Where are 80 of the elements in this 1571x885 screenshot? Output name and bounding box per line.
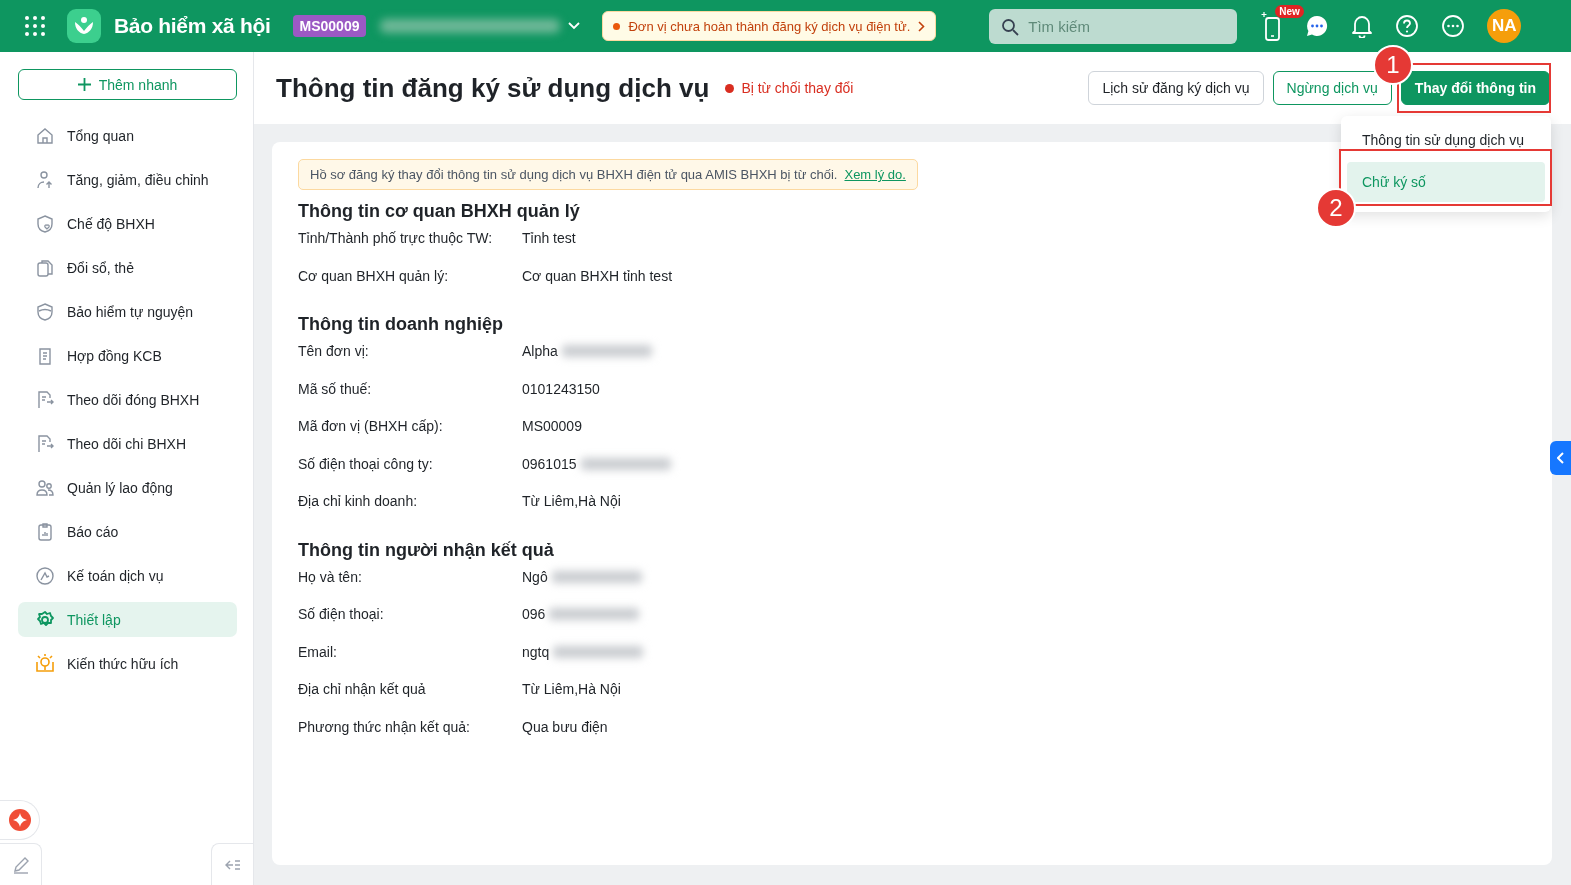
chevron-down-icon[interactable] (568, 22, 581, 30)
chart-circle-icon (35, 565, 55, 586)
field-value: Từ Liêm,Hà Nội (522, 493, 621, 509)
chat-icon[interactable] (1305, 14, 1330, 38)
field-label: Số điện thoại công ty: (298, 455, 434, 472)
field-value: 096 (522, 606, 546, 622)
sidebar-item[interactable]: Hợp đồng KCB (18, 338, 237, 373)
field-label: Tỉnh/Thành phố trực thuộc TW: (298, 230, 494, 246)
collapse-sidebar-button[interactable] (211, 843, 253, 885)
chevron-left-icon (1557, 452, 1564, 464)
field-value: 0961015 (522, 455, 577, 472)
field-label: Email: (298, 643, 338, 660)
notification-bell-icon[interactable] (1351, 14, 1374, 38)
people-icon (35, 477, 55, 498)
section-title: Thông tin doanh nghiệp (298, 314, 503, 335)
shield-icon (35, 213, 55, 234)
house-icon (35, 125, 55, 146)
alert-message: Hồ sơ đăng ký thay đổi thông tin sử dụng dịch vụ BHXH điện tử qua AMIS BHXH bị từ chối. (310, 167, 838, 182)
sidebar-item[interactable]: Theo dõi chi BHXH (18, 426, 237, 461)
search-icon (1001, 17, 1020, 36)
copy-icon (35, 257, 55, 278)
field-label: Phương thức nhận kết quả: (298, 718, 471, 735)
history-button[interactable]: Lịch sử đăng ký dịch vụ (1088, 71, 1264, 105)
sidebar-item[interactable]: Báo cáo (18, 514, 237, 549)
help-icon[interactable] (1395, 14, 1420, 38)
status-label: Bị từ chối thay đổi (725, 80, 854, 96)
field-label: Địa chỉ kinh doanh: (298, 493, 419, 509)
field-value: Từ Liêm,Hà Nội (522, 681, 621, 697)
document-icon (35, 433, 55, 454)
quick-add-button[interactable]: Thêm nhanh (18, 69, 237, 100)
field-label: Cơ quan BHXH quản lý: (298, 267, 450, 284)
unit-code-badge: MS00009 (292, 15, 367, 37)
menu-item[interactable]: Thông tin sử dụng dịch vụ (1347, 120, 1545, 160)
field-value: Qua bưu điện (522, 718, 608, 735)
search-field[interactable]: Tìm kiếm (989, 8, 1238, 44)
app-grid-icon[interactable] (24, 15, 46, 37)
field-value: 0101243150 (522, 380, 600, 397)
change-info-button[interactable]: Thay đổi thông tin (1400, 71, 1550, 105)
app-title: Bảo hiểm xã hội (114, 14, 271, 38)
field-value: MS00009 (522, 418, 582, 434)
page-title: Thông tin đăng ký sử dụng dịch vụ (276, 72, 710, 104)
sidebar-item[interactable]: Kế toán dịch vụ (18, 558, 237, 593)
sidebar-item[interactable]: Kiến thức hữu ích (18, 646, 237, 681)
shield-icon (35, 301, 55, 322)
section-title: Thông tin người nhận kết quả (298, 539, 554, 561)
sidebar-item[interactable]: Tăng, giảm, điều chỉnh (18, 162, 237, 197)
chevron-right-icon (918, 20, 926, 32)
field-value: Ngô (522, 568, 548, 585)
side-panel-tab[interactable] (1550, 441, 1571, 475)
plus-icon (77, 78, 91, 91)
field-value: Tỉnh test (522, 230, 576, 246)
app-logo-icon (67, 9, 101, 43)
document-icon (35, 389, 55, 410)
collapse-icon (224, 858, 241, 871)
section-title: Thông tin cơ quan BHXH quản lý (298, 201, 580, 222)
notice-banner[interactable]: Đơn vị chưa hoàn thành đăng ký dịch vụ điện tử. (602, 11, 937, 41)
view-reason-link[interactable]: Xem lý do. (844, 167, 906, 182)
sparkle-icon (8, 809, 31, 831)
sidebar-item[interactable]: Theo dõi đóng BHXH (18, 382, 237, 417)
more-icon[interactable] (1441, 14, 1466, 38)
sidebar-item[interactable]: Tổng quan (18, 118, 237, 153)
sidebar-item[interactable]: Chế độ BHXH (18, 206, 237, 241)
dot-icon (725, 83, 735, 93)
sidebar-item[interactable]: Quản lý lao động (18, 470, 237, 505)
field-label: Địa chỉ nhận kết quả (298, 681, 427, 697)
field-label: Số điện thoại: (298, 606, 385, 622)
new-badge: New (1275, 5, 1304, 18)
dot-icon (613, 22, 621, 30)
field-value: ngtq (522, 643, 550, 660)
field-value: Cơ quan BHXH tỉnh test (522, 267, 673, 284)
field-label: Mã đơn vị (BHXH cấp): (298, 418, 444, 434)
sidebar-item[interactable]: Đổi sổ, thẻ (18, 250, 237, 285)
pencil-icon (11, 855, 30, 874)
field-value: Alpha (522, 343, 558, 359)
lightbulb-icon (35, 653, 55, 674)
field-label: Tên đơn vị: (298, 343, 370, 359)
clipboard-icon (35, 521, 55, 542)
field-label: Mã số thuế: (298, 380, 373, 397)
field-label: Họ và tên: (298, 568, 363, 585)
sidebar-item[interactable]: Bảo hiểm tự nguyện (18, 294, 237, 329)
